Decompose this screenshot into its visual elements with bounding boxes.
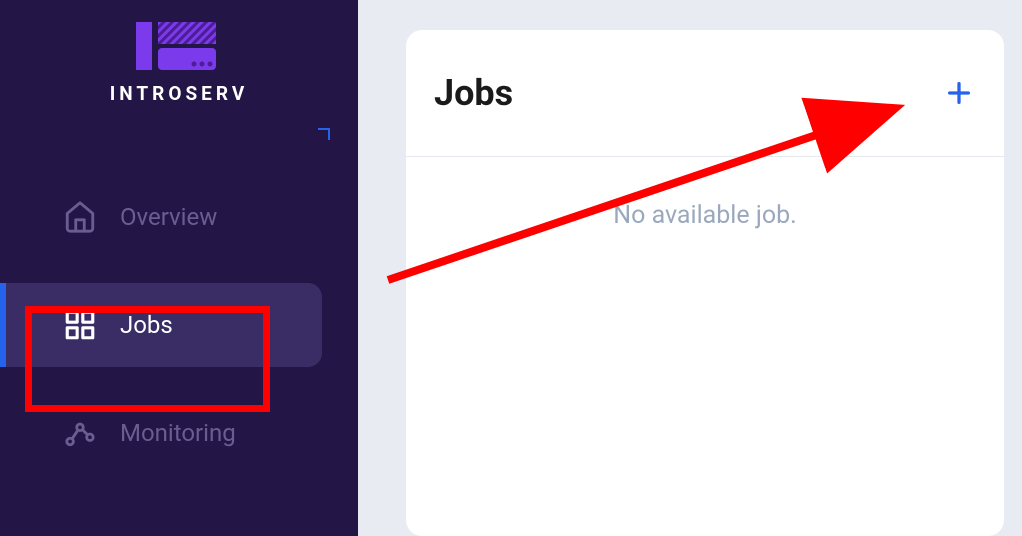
plus-icon bbox=[945, 79, 973, 107]
brand-name: INTROSERV bbox=[110, 82, 249, 105]
grid-icon bbox=[62, 307, 98, 343]
nav-list: Overview Jobs bbox=[0, 175, 358, 475]
brand-logo: INTROSERV bbox=[0, 18, 358, 105]
empty-state-message: No available job. bbox=[426, 201, 984, 230]
sidebar-item-jobs[interactable]: Jobs bbox=[0, 283, 322, 367]
home-icon bbox=[62, 199, 98, 235]
sidebar-item-label: Jobs bbox=[120, 311, 173, 339]
main-content: Jobs No available job. bbox=[358, 0, 1022, 536]
logo-mark-icon bbox=[136, 18, 222, 74]
corner-accent-icon bbox=[318, 125, 330, 137]
monitoring-icon bbox=[62, 415, 98, 451]
card-header: Jobs bbox=[406, 30, 1004, 157]
sidebar: INTROSERV Overview bbox=[0, 0, 358, 536]
add-job-button[interactable] bbox=[944, 78, 974, 108]
card-body: No available job. bbox=[406, 157, 1004, 274]
jobs-card: Jobs No available job. bbox=[406, 30, 1004, 536]
sidebar-item-overview[interactable]: Overview bbox=[0, 175, 358, 259]
sidebar-item-label: Monitoring bbox=[120, 419, 236, 447]
sidebar-item-label: Overview bbox=[120, 203, 217, 231]
sidebar-item-monitoring[interactable]: Monitoring bbox=[0, 391, 358, 475]
page-title: Jobs bbox=[434, 72, 513, 114]
